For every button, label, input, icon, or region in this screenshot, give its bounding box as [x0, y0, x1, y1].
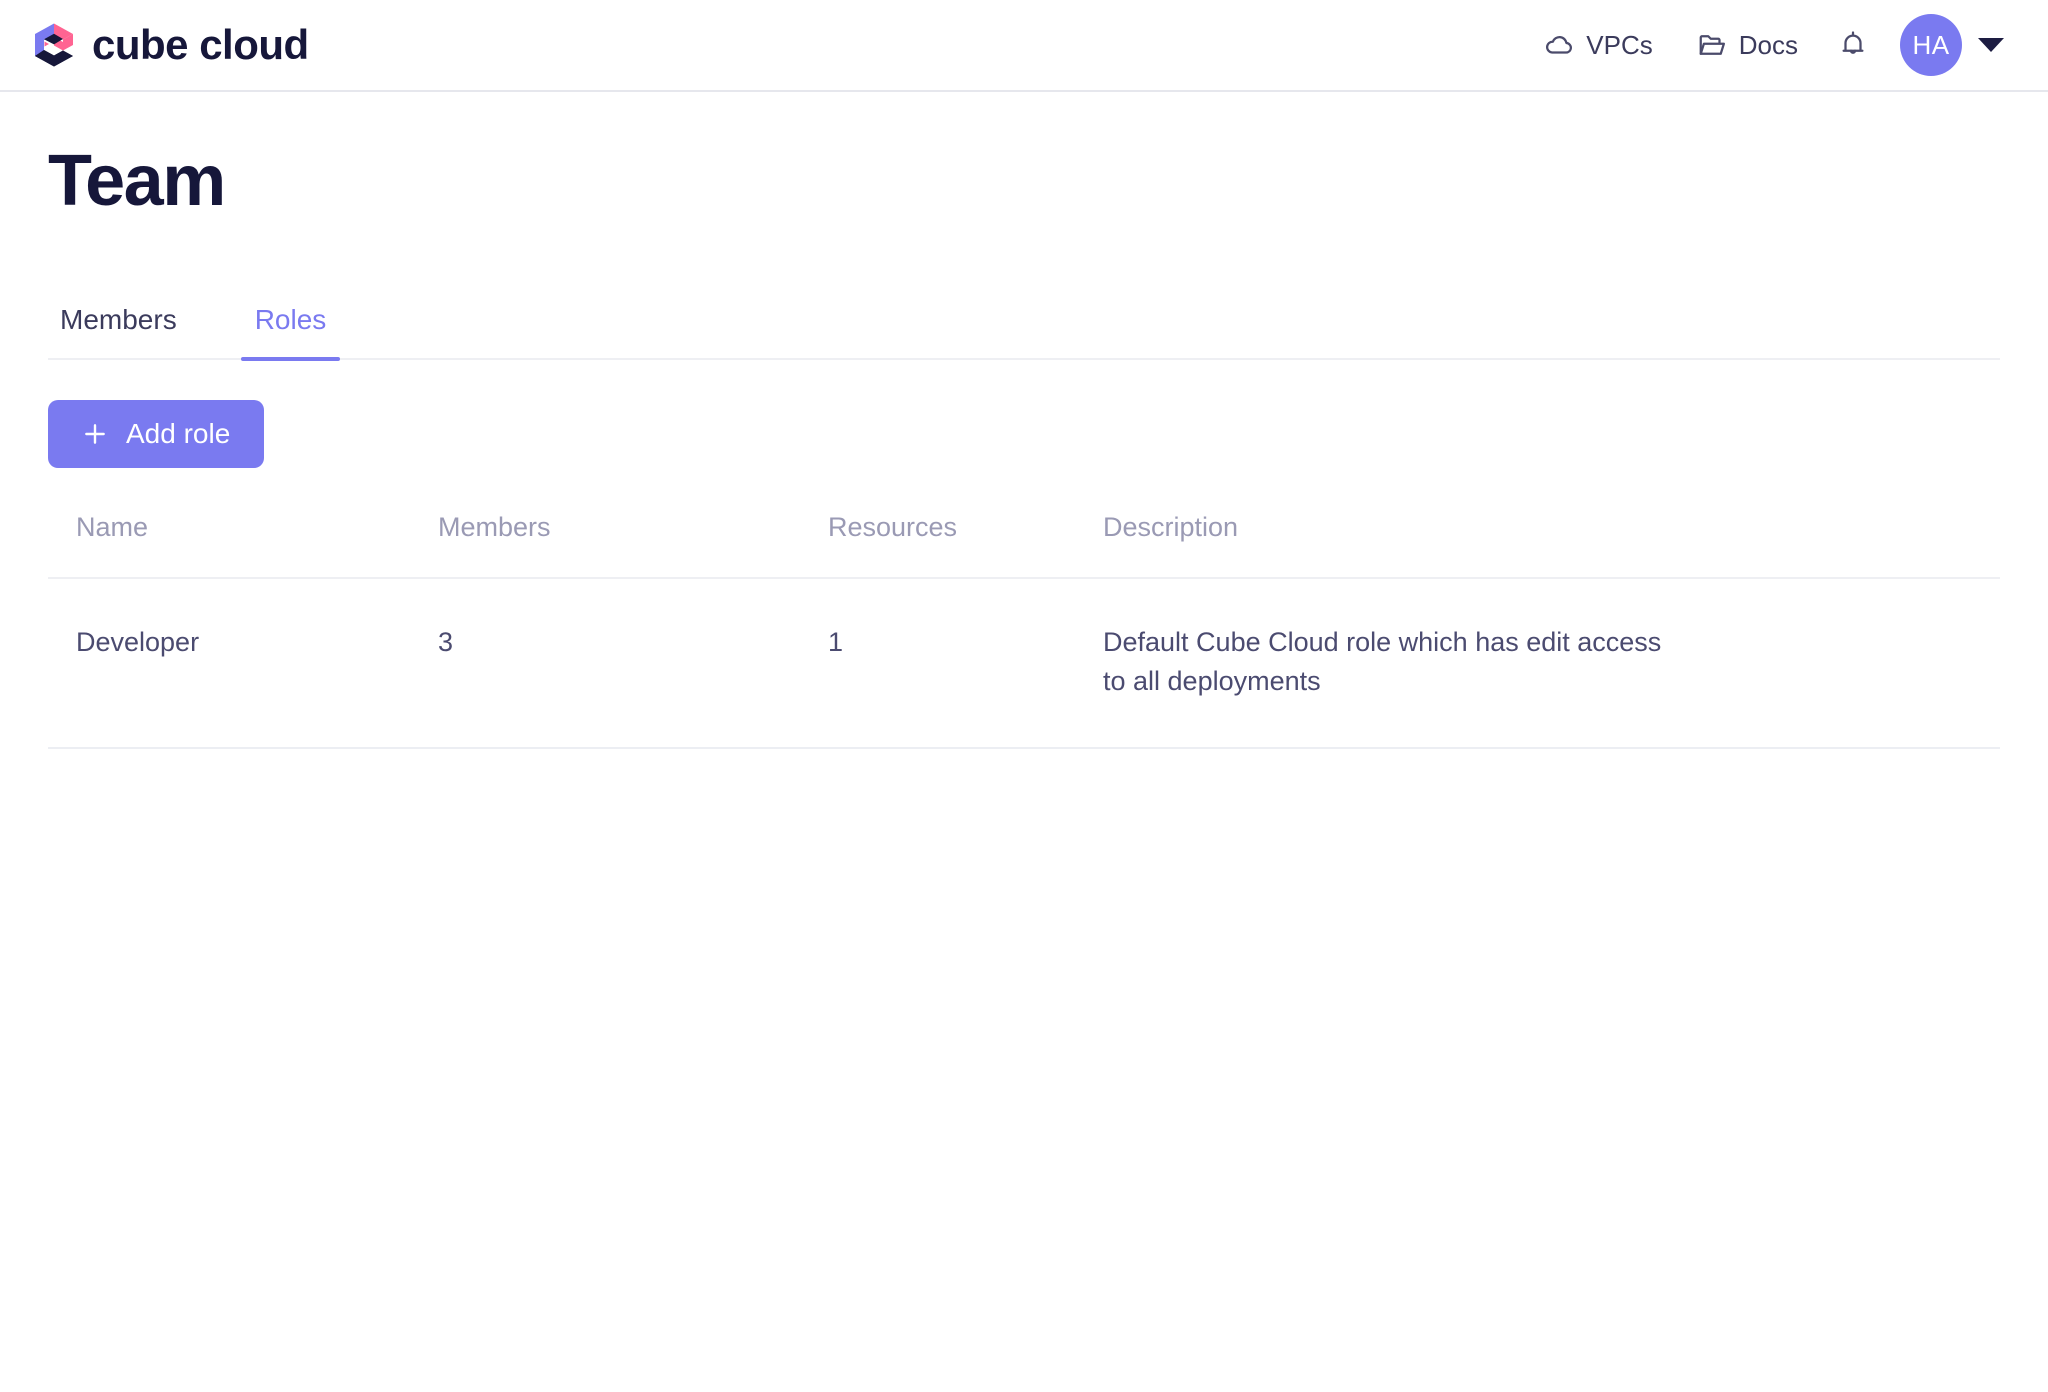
table-row[interactable]: Developer 3 1 Default Cube Cloud role wh…	[48, 577, 2000, 749]
add-role-button[interactable]: Add role	[48, 399, 265, 468]
roles-toolbar: Add role	[48, 399, 2000, 468]
column-header-resources: Resources	[828, 511, 1103, 579]
cloud-icon	[1546, 36, 1573, 54]
cell-role-members: 3	[438, 577, 828, 749]
table-header-row: Name Members Resources Description	[48, 511, 2000, 579]
cell-role-name: Developer	[48, 577, 438, 749]
column-header-description: Description	[1103, 511, 2000, 579]
top-navigation: VPCs Docs HA	[1522, 14, 2004, 76]
roles-table-body: Developer 3 1 Default Cube Cloud role wh…	[48, 577, 2000, 749]
top-header-bar: cube cloud VPCs Docs HA	[0, 0, 2048, 92]
nav-item-docs[interactable]: Docs	[1675, 20, 1820, 71]
cell-role-resources: 1	[828, 577, 1103, 749]
bell-icon	[1842, 31, 1864, 54]
notifications-button[interactable]	[1820, 20, 1886, 70]
folder-icon	[1699, 35, 1725, 55]
page-title: Team	[48, 141, 226, 221]
avatar: HA	[1900, 14, 1962, 76]
roles-table-head: Name Members Resources Description	[48, 511, 2000, 579]
nav-item-vpcs[interactable]: VPCs	[1522, 20, 1674, 71]
plus-icon	[85, 423, 105, 444]
cell-role-description: Default Cube Cloud role which has edit a…	[1103, 626, 1662, 696]
brand-name: cube cloud	[92, 21, 309, 68]
user-menu[interactable]: HA	[1900, 14, 2004, 76]
add-role-label: Add role	[126, 417, 231, 449]
tab-roles[interactable]: Roles	[240, 304, 341, 361]
column-header-members: Members	[438, 511, 828, 579]
nav-label-docs: Docs	[1738, 29, 1798, 60]
nav-label-vpcs: VPCs	[1586, 29, 1653, 60]
roles-table: Name Members Resources Description Devel…	[48, 511, 2000, 749]
cube-logo-icon	[35, 23, 73, 67]
brand-logo-link[interactable]: cube cloud	[30, 21, 309, 69]
tab-members[interactable]: Members	[46, 304, 191, 358]
column-header-name: Name	[48, 511, 438, 579]
page-content: Team Members Roles Add role Name Members…	[0, 141, 2048, 749]
chevron-down-icon	[1978, 38, 2004, 52]
tab-bar: Members Roles	[46, 304, 2000, 361]
